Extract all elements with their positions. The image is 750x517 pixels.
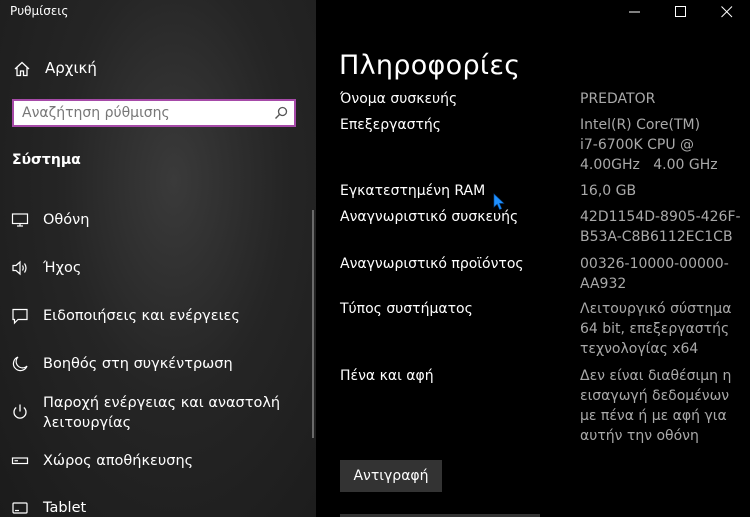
spec-value-line: Δεν είναι διαθέσιμη η [580,368,732,384]
speaker-icon [12,260,27,276]
sidebar-item-power-sleep[interactable]: Παροχή ενέργειας και αναστολή λειτουργία… [0,392,300,434]
spec-value-line: τεχνολογίας x64 [580,341,699,357]
spec-value-line: Intel(R) Core(TM) [580,117,701,133]
sidebar-scrollbar[interactable] [312,210,314,438]
spec-value-device-id: 42D1154D-8905-426F- B53A-C8B6112EC1CB [580,207,745,247]
sidebar-item-label: Ήχος [43,260,82,276]
sidebar-item-label: Ειδοποιήσεις και ενέργειες [43,308,240,324]
sidebar: Ρυθμίσεις Αρχική Σύστημα Οθόνη Ήχος [0,0,316,517]
spec-value-line: 00326-10000-00000- [580,256,729,272]
search-box[interactable] [12,99,296,127]
spec-label-processor: Επεξεργαστής [340,117,442,133]
sidebar-item-home[interactable]: Αρχική [0,52,316,86]
page-title: Πληροφορίες [339,50,521,81]
storage-icon [11,457,29,465]
maximize-button[interactable] [658,0,704,24]
spec-value-pen-touch: Δεν είναι διαθέσιμη η εισαγωγή δεδομένων… [580,366,745,446]
sidebar-item-label: Χώρος αποθήκευσης [43,453,194,469]
sidebar-item-focus-assist[interactable]: Βοηθός στη συγκέντρωση [0,353,300,375]
spec-label-device-name: Όνομα συσκευής [340,91,458,107]
spec-value-ram: 16,0 GB [580,183,637,199]
sidebar-item-label: Tablet [43,500,87,516]
copy-button[interactable]: Αντιγραφή [340,460,442,492]
spec-value-line: B53A-C8B6112EC1CB [580,229,733,245]
notification-icon [12,308,28,325]
spec-value-line: 42D1154D-8905-426F- [580,209,741,225]
spec-label-product-id: Αναγνωριστικό προϊόντος [340,256,524,272]
search-icon[interactable] [274,106,288,120]
spec-label-system-type: Τύπος συστήματος [340,301,473,317]
maximize-icon [675,6,686,17]
search-input[interactable] [14,101,272,125]
sidebar-item-storage[interactable]: Χώρος αποθήκευσης [0,450,300,472]
minimize-icon [629,11,640,13]
main-panel: Πληροφορίες Όνομα συσκευής PREDATOR Επεξ… [316,0,750,517]
close-button[interactable] [704,0,750,24]
moon-icon [12,356,28,372]
monitor-icon [11,213,29,227]
spec-value-line: Λειτουργικό σύστημα [580,301,732,317]
spec-value-line: AA932 [580,276,627,292]
power-icon [13,404,27,419]
spec-label-pen-touch: Πένα και αφή [340,368,434,384]
spec-value-line: 64 bit, επεξεργαστής [580,321,730,337]
sidebar-item-label: λειτουργίας [43,415,132,431]
spec-value-line: i7-6700K CPU @ [580,137,695,153]
spec-label-device-id: Αναγνωριστικό συσκευής [340,209,519,225]
sidebar-item-label: Βοηθός στη συγκέντρωση [43,356,233,372]
sidebar-item-label: Οθόνη [43,212,90,228]
section-title: Σύστημα [12,152,81,168]
sidebar-item-sound[interactable]: Ήχος [0,257,300,279]
spec-value-product-id: 00326-10000-00000- AA932 [580,254,745,294]
sidebar-item-tablet[interactable]: Tablet [0,497,300,517]
spec-value-device-name: PREDATOR [580,91,656,107]
app-title: Ρυθμίσεις [10,4,69,18]
spec-value-line: 4.00GHz 4.00 GHz [580,157,718,173]
spec-value-line: με πένα ή με αφή για [580,408,727,424]
spec-value-system-type: Λειτουργικό σύστημα 64 bit, επεξεργαστής… [580,299,745,359]
close-icon [721,6,733,18]
minimize-button[interactable] [612,0,658,24]
sidebar-item-label: Παροχή ενέργειας και αναστολή [43,395,281,411]
spec-value-line: αυτήν την οθόνη [580,428,699,444]
tablet-icon [12,502,28,514]
sidebar-item-notifications[interactable]: Ειδοποιήσεις και ενέργειες [0,305,300,327]
spec-value-processor: Intel(R) Core(TM) i7-6700K CPU @ 4.00GHz… [580,115,745,175]
home-icon [14,61,30,77]
spec-value-line: εισαγωγή δεδομένων [580,388,730,404]
mouse-cursor-icon [493,193,505,210]
sidebar-item-label: Αρχική [45,59,97,77]
sidebar-item-display[interactable]: Οθόνη [0,209,300,231]
spec-label-ram: Εγκατεστημένη RAM [340,183,486,199]
window-controls [612,0,750,24]
